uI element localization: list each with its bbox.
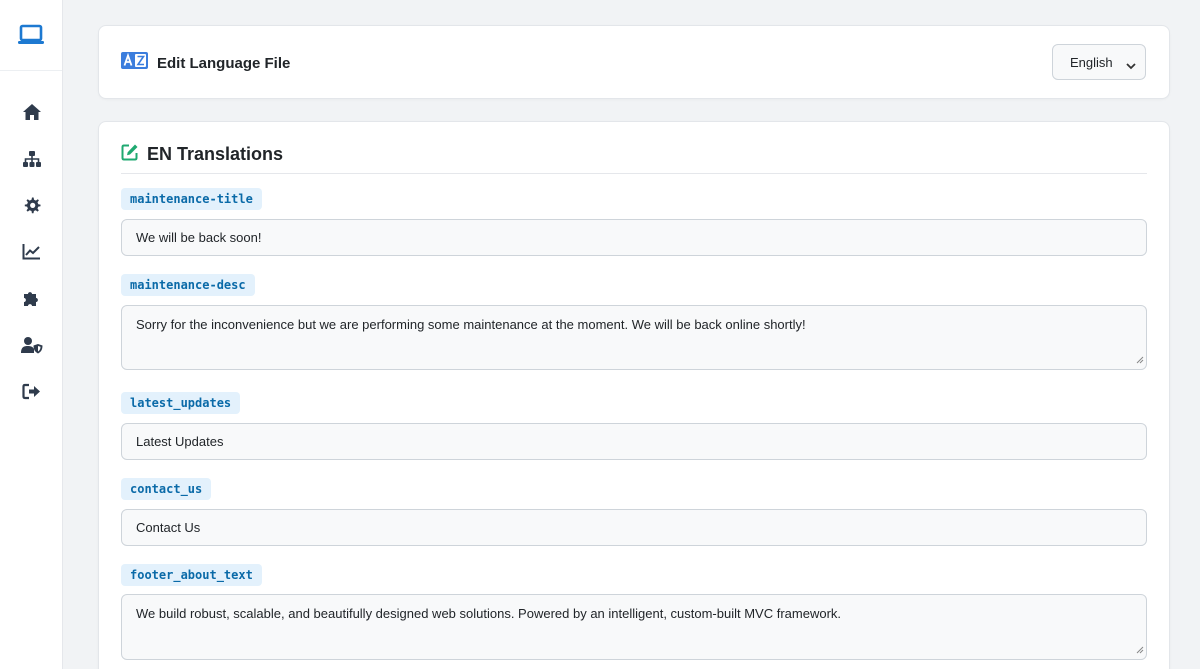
sidebar-brand[interactable]: [0, 0, 62, 71]
gear-icon: [23, 196, 41, 214]
resize-grip-icon[interactable]: [1136, 642, 1144, 657]
translation-input[interactable]: Latest Updates: [121, 423, 1147, 460]
language-select-value: English: [1070, 54, 1113, 70]
translation-input[interactable]: Contact Us: [121, 509, 1147, 546]
chart-line-icon: [22, 243, 41, 260]
language-select[interactable]: English: [1052, 44, 1146, 80]
translation-textarea[interactable]: Sorry for the inconvenience but we are p…: [121, 305, 1147, 370]
sidebar-item-home[interactable]: [0, 89, 63, 136]
sidebar: [0, 0, 63, 669]
sidebar-item-plugins[interactable]: [0, 275, 63, 322]
page-header-card: Edit Language File English: [98, 25, 1170, 99]
translation-textarea-value: We build robust, scalable, and beautiful…: [136, 606, 842, 621]
translation-key-badge: footer_about_text: [121, 564, 262, 586]
translation-key-badge: latest_updates: [121, 392, 241, 414]
section-title-text: EN Translations: [147, 144, 284, 164]
language-icon: [121, 52, 148, 74]
user-shield-icon: [20, 336, 43, 354]
sign-out-icon: [22, 383, 41, 400]
translation-field: latest_updates Latest Updates: [121, 392, 1147, 460]
translation-input[interactable]: We will be back soon!: [121, 219, 1147, 256]
page-title: Edit Language File: [121, 52, 290, 74]
resize-grip-icon[interactable]: [1136, 352, 1144, 367]
sidebar-item-sitemap[interactable]: [0, 136, 63, 183]
translation-field: footer_about_text We build robust, scala…: [121, 564, 1147, 660]
section-title: EN Translations: [121, 144, 1147, 174]
sitemap-icon: [22, 150, 42, 168]
sidebar-item-logout[interactable]: [0, 368, 63, 415]
translation-textarea[interactable]: We build robust, scalable, and beautiful…: [121, 594, 1147, 660]
puzzle-icon: [22, 289, 41, 308]
sidebar-item-analytics[interactable]: [0, 229, 63, 276]
laptop-icon: [17, 24, 45, 46]
edit-icon: [121, 143, 139, 166]
chevron-down-icon: [1126, 58, 1136, 73]
translation-textarea-value: Sorry for the inconvenience but we are p…: [136, 317, 806, 332]
sidebar-nav: [0, 89, 63, 415]
translation-key-badge: maintenance-desc: [121, 274, 255, 296]
translations-card: EN Translations maintenance-title We wil…: [98, 121, 1170, 669]
translation-field: contact_us Contact Us: [121, 478, 1147, 546]
sidebar-item-settings[interactable]: [0, 182, 63, 229]
page-title-text: Edit Language File: [157, 54, 291, 72]
sidebar-item-users[interactable]: [0, 322, 63, 369]
home-icon: [22, 103, 42, 121]
translation-key-badge: maintenance-title: [121, 188, 262, 210]
translation-key-badge: contact_us: [121, 478, 212, 500]
translation-field: maintenance-title We will be back soon!: [121, 188, 1147, 256]
translation-field: maintenance-desc Sorry for the inconveni…: [121, 274, 1147, 370]
